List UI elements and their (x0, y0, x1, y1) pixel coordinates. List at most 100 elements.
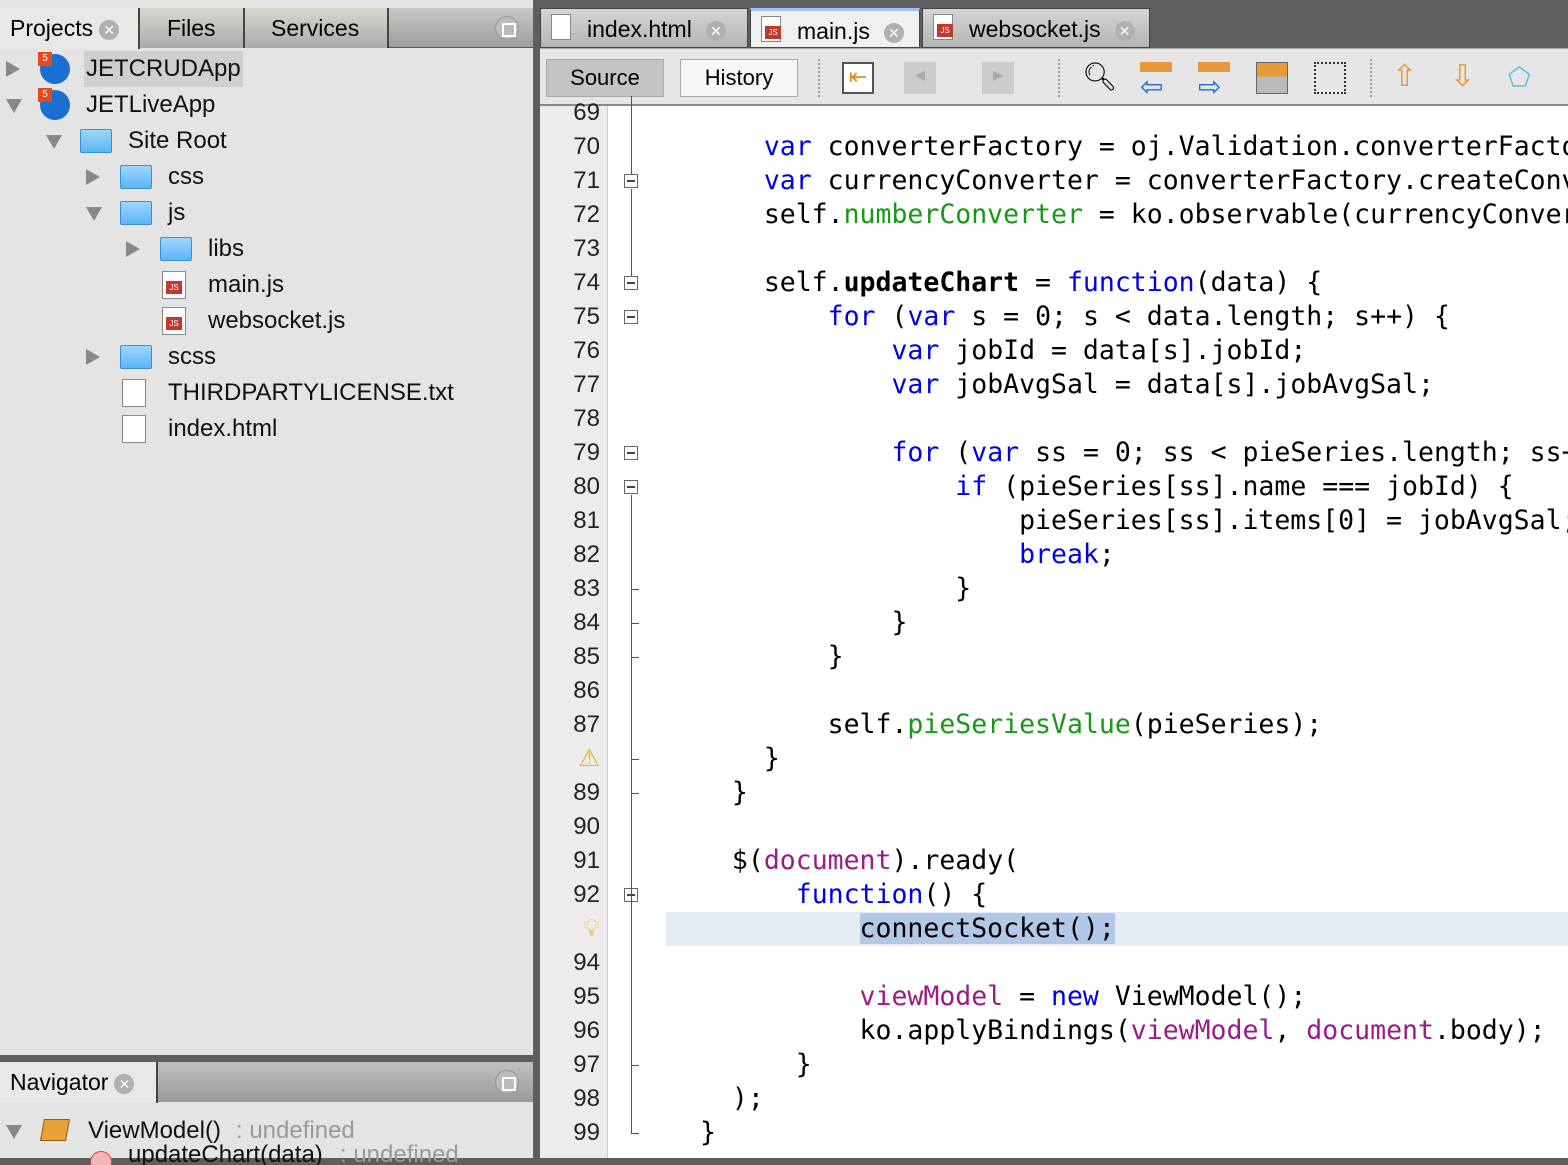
expand-triangle-icon[interactable] (86, 169, 100, 185)
code-token: function (795, 879, 924, 910)
tab-websocket-js[interactable]: JS websocket.js ✕ (922, 8, 1150, 48)
line-number: 77 (573, 371, 600, 398)
tree-item[interactable]: THIRDPARTYLICENSE.txt (0, 375, 533, 411)
expand-triangle-icon[interactable] (6, 61, 20, 77)
rectangular-selection-icon[interactable] (1314, 62, 1346, 94)
navigator-item-type: : undefined (340, 1143, 459, 1165)
code-token: var (907, 301, 956, 332)
find-icon[interactable]: 🔍︎ (1082, 62, 1118, 94)
code-line: } (700, 606, 907, 640)
forward-icon[interactable]: ▸ (982, 62, 1014, 94)
tree-item[interactable]: Site Root (0, 123, 533, 159)
code-token: var (891, 369, 940, 400)
fold-toggle-icon[interactable] (624, 276, 638, 290)
line-number: 82 (573, 541, 600, 568)
line-number: 94 (573, 949, 600, 976)
code-line: self.updateChart = function(data) { (700, 266, 1322, 300)
line-number: 85 (573, 643, 600, 670)
close-icon[interactable]: ✕ (1114, 20, 1135, 41)
code-token: function (1066, 267, 1195, 298)
fold-toggle-icon[interactable] (624, 480, 638, 494)
close-icon[interactable]: ✕ (99, 19, 120, 40)
folder-icon (120, 201, 152, 225)
line-number: 86 (573, 677, 600, 704)
close-icon[interactable]: ✕ (705, 20, 726, 41)
back-icon[interactable]: ◂ (904, 62, 936, 94)
minimize-icon[interactable] (495, 16, 519, 40)
find-previous-icon[interactable]: ⇦ (1140, 62, 1172, 102)
code-line: break; (700, 538, 1115, 572)
code-token: ; (1098, 539, 1115, 570)
tree-item[interactable]: 5 JETLiveApp (0, 87, 533, 123)
tree-item[interactable]: index.html (0, 411, 533, 447)
line-number: 69 (573, 99, 600, 126)
editor-tabbar: index.html ✕ JS main.js ✕ JS websocket.js ✕ (540, 8, 1568, 48)
code-token: ).ready( (891, 845, 1020, 876)
expand-triangle-icon[interactable] (6, 1125, 22, 1139)
tree-item[interactable]: JS main.js (0, 267, 533, 303)
code-line: for (var ss = 0; ss < pieSeries.length; … (700, 436, 1568, 470)
code-token: document (1306, 1015, 1434, 1046)
history-button[interactable]: History (680, 59, 798, 97)
last-edit-icon[interactable]: ⇤ (842, 62, 874, 94)
collapse-triangle-icon[interactable] (86, 207, 102, 221)
source-button[interactable]: Source (546, 59, 664, 97)
collapse-triangle-icon[interactable] (46, 135, 62, 149)
code-line: } (700, 1116, 716, 1150)
code-line: self.numberConverter = ko.observable(cur… (700, 198, 1568, 232)
close-icon[interactable]: ✕ (114, 1073, 135, 1094)
code-token: jobId = data[s].jobId; (939, 335, 1307, 366)
tree-item-label: main.js (208, 271, 285, 298)
code-token: self. (700, 199, 844, 230)
tree-item[interactable]: 5 JETCRUDApp (0, 51, 533, 87)
code-token: self. (700, 709, 908, 740)
fold-toggle-icon[interactable] (624, 174, 638, 188)
tree-item[interactable]: libs (0, 231, 533, 267)
line-number: 99 (573, 1119, 600, 1146)
navigator-item[interactable]: updateChart(data) : undefined (0, 1143, 533, 1165)
line-number: 95 (573, 983, 600, 1010)
code-token: () { (923, 879, 988, 910)
fold-end-marker (631, 623, 639, 624)
code-token: } (700, 1117, 716, 1148)
js-file-icon: JS (761, 16, 781, 42)
expand-triangle-icon[interactable] (86, 349, 100, 365)
tab-navigator[interactable]: Navigator ✕ (0, 1062, 158, 1103)
tab-services[interactable]: Services (245, 8, 389, 48)
close-icon[interactable]: ✕ (883, 22, 904, 43)
line-number: 79 (573, 439, 600, 466)
fold-toggle-icon[interactable] (624, 310, 638, 324)
projects-panel: Projects ✕ Files Services 5 JETCRUDApp 5 JET… (0, 0, 533, 1158)
tree-item[interactable]: scss (0, 339, 533, 375)
warning-icon[interactable]: ⚠ (540, 742, 600, 776)
tab-files[interactable]: Files (140, 8, 245, 48)
code-line: viewModel = new ViewModel(); (700, 980, 1307, 1014)
code-token: self. (700, 267, 844, 298)
tab-projects[interactable]: Projects ✕ (0, 8, 140, 49)
code-area[interactable]: var converterFactory = oj.Validation.con… (656, 106, 1568, 1158)
tree-item[interactable]: js (0, 195, 533, 231)
expand-triangle-icon[interactable] (126, 241, 140, 257)
tree-item-label: THIRDPARTYLICENSE.txt (168, 379, 454, 406)
tree-item[interactable]: JS websocket.js (0, 303, 533, 339)
tab-index-html[interactable]: index.html ✕ (540, 8, 748, 48)
fold-line (631, 96, 632, 174)
toggle-highlight-icon[interactable] (1256, 62, 1288, 94)
find-next-icon[interactable]: ⇨ (1198, 62, 1230, 102)
lightbulb-hint-icon[interactable]: 💡︎ (540, 912, 600, 946)
tree-item[interactable]: css (0, 159, 533, 195)
next-bookmark-icon[interactable]: ⇩ (1450, 62, 1482, 94)
fold-toggle-icon[interactable] (624, 446, 638, 460)
toggle-bookmark-icon[interactable]: ⬠ (1508, 62, 1540, 94)
code-token: if (955, 471, 988, 502)
code-token: $( (700, 845, 764, 876)
tree-item-label: libs (208, 235, 245, 262)
previous-bookmark-icon[interactable]: ⇧ (1392, 62, 1424, 94)
line-number: 87 (573, 711, 600, 738)
minimize-icon[interactable] (495, 1070, 519, 1094)
tab-main-js[interactable]: JS main.js ✕ (750, 8, 920, 48)
collapse-triangle-icon[interactable] (6, 99, 22, 113)
line-number: 97 (573, 1051, 600, 1078)
